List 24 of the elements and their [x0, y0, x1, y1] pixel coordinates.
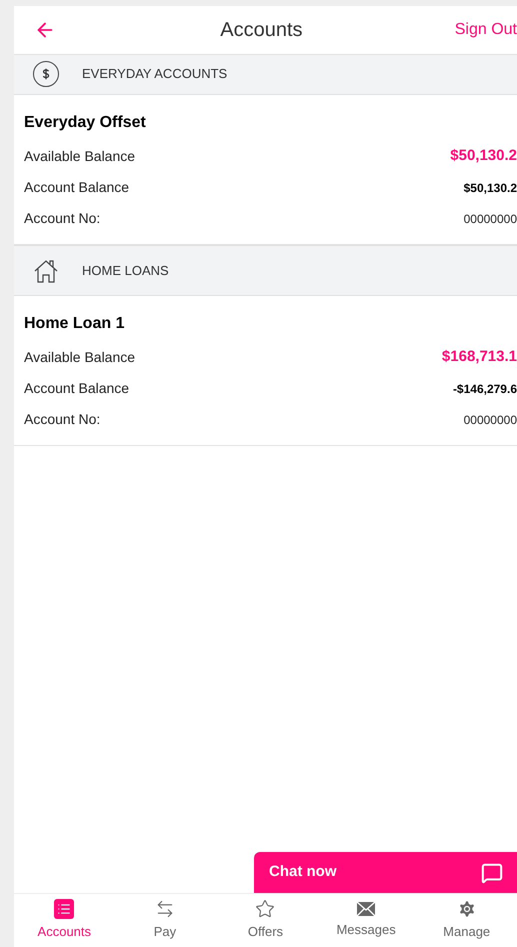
balance-label: Account No:	[24, 410, 100, 429]
balance-label: Available Balance	[24, 147, 136, 166]
account-name: Everyday Offset	[24, 113, 147, 133]
balance-label: Account Balance	[24, 178, 130, 197]
section-title: HOME LOANS	[82, 262, 169, 280]
section-title: EVERYDAY ACCOUNTS	[82, 64, 228, 83]
balance-value: $168,713.1	[442, 347, 517, 368]
nav-tab[interactable]: Manage	[416, 894, 517, 947]
nav-tab[interactable]: Accounts	[14, 894, 115, 947]
balance-value: 00000000	[464, 210, 517, 228]
balance-label: Account No:	[24, 209, 100, 228]
balance-value: -$146,279.6	[452, 380, 517, 398]
balance-value: 00000000	[464, 412, 517, 428]
balance-value: $50,130.2	[450, 146, 517, 166]
account-name: Home Loan 1	[24, 314, 126, 334]
sign-out-link[interactable]: Sign Out	[454, 18, 517, 42]
nav-tab[interactable]: Offers	[215, 894, 316, 947]
balance-value: $50,130.2	[464, 180, 517, 196]
page-title: Accounts	[219, 18, 304, 43]
chat-now-button[interactable]: Chat now	[254, 852, 517, 893]
nav-tab[interactable]: Pay	[114, 894, 216, 947]
balance-label: Available Balance	[24, 348, 136, 367]
nav-tab[interactable]: Messages	[316, 894, 416, 947]
balance-label: Account Balance	[24, 379, 130, 398]
